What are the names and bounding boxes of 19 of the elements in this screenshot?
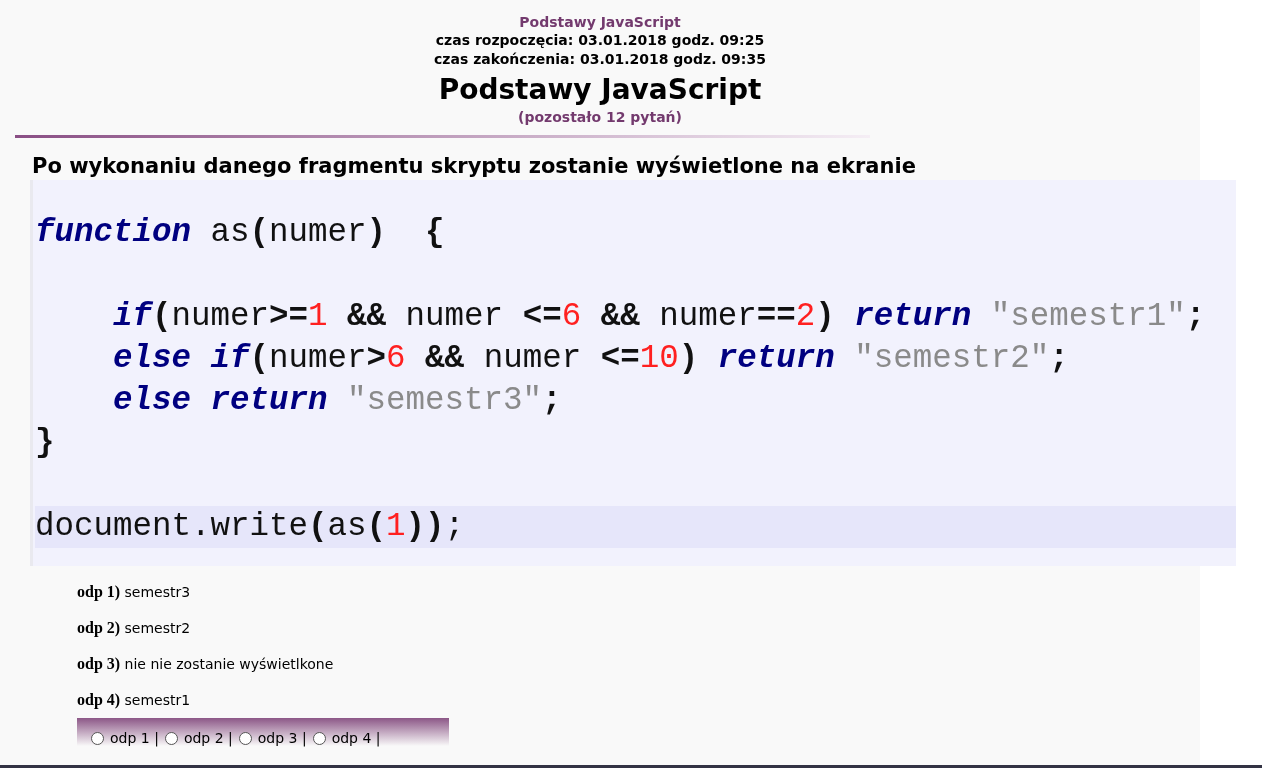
code-line: } [34,423,56,463]
answer-radio[interactable]: odp 4 | [312,730,381,746]
start-time: czas rozpoczęcia: 03.01.2018 godz. 09:25 [434,31,766,50]
answer-option: odp 1) semestr3 [77,574,1200,610]
answer-radio[interactable]: odp 3 | [238,730,307,746]
code-line: if(numer>=1 && numer <=6 && numer==2) return "semestr1"; [112,297,1207,337]
code-line: else return "semestr3"; [112,381,563,421]
answer-option: odp 3) nie nie zostanie wyświetlkone [77,646,1200,682]
answer-option: odp 2) semestr2 [77,610,1200,646]
remaining-questions: (pozostało 12 pytań) [517,108,683,127]
test-title: Podstawy JavaScript [437,73,763,107]
code-line: else if(numer>6 && numer <=10) return "semestr2"; [112,339,1070,379]
answer-radio[interactable]: odp 1 | [91,730,159,746]
course-name: Podstawy JavaScript [518,13,682,31]
question-text: Po wykonaniu danego fragmentu skryptu zostanie wyświetlone na ekranie [31,153,917,180]
answer-radio[interactable]: odp 2 | [164,730,233,746]
answer-option: odp 4) semestr1 [77,682,1200,718]
end-time: czas zakończenia: 03.01.2018 godz. 09:35 [433,50,767,69]
code-line: function as(numer) { [34,213,446,253]
